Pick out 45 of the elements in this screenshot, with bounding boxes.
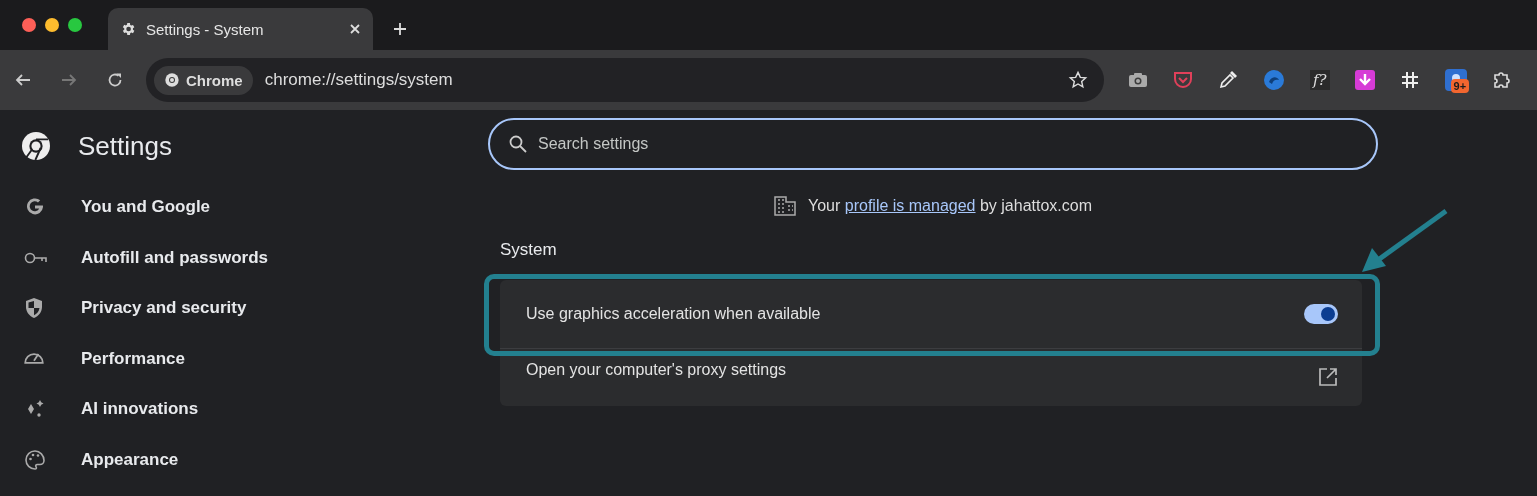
setting-label: Open your computer's proxy settings <box>526 361 787 379</box>
palette-icon <box>24 448 46 471</box>
address-bar[interactable]: Chrome chrome://settings/system <box>146 58 1104 102</box>
gear-icon <box>120 21 136 37</box>
minimize-window-button[interactable] <box>45 18 59 32</box>
sidebar-item[interactable]: AI innovations <box>20 384 320 435</box>
hash-icon[interactable] <box>1399 70 1420 90</box>
shield-icon <box>24 297 44 320</box>
external-link-icon[interactable] <box>1318 367 1338 387</box>
managed-notice: Your profile is managed by jahattox.com <box>808 197 1092 215</box>
url-text: chrome://settings/system <box>264 70 454 90</box>
download-icon[interactable] <box>1354 70 1375 90</box>
app-extension-icon[interactable]: 9+ <box>1444 69 1467 91</box>
reload-icon[interactable] <box>106 71 124 89</box>
browser-tab[interactable]: Settings - System <box>108 8 373 50</box>
toggle-switch[interactable] <box>1304 304 1338 324</box>
search-field[interactable]: Search settings <box>488 118 1378 170</box>
profile-managed-link[interactable]: profile is managed <box>844 197 976 214</box>
sidebar-item[interactable]: Autofill and passwords <box>20 232 320 283</box>
script-extension-icon[interactable]: f? <box>1310 70 1330 90</box>
close-window-button[interactable] <box>22 18 36 32</box>
building-icon <box>774 196 796 216</box>
sidebar-item[interactable]: You and Google <box>20 182 320 233</box>
sidebar-item[interactable]: Privacy and security <box>20 283 320 334</box>
gauge-icon <box>24 353 44 365</box>
search-icon <box>508 134 528 154</box>
key-icon <box>24 250 48 265</box>
extensions-icon[interactable] <box>1491 70 1512 90</box>
chrome-logo-icon <box>20 130 52 162</box>
sidebar-item[interactable]: Appearance <box>20 434 320 485</box>
section-heading: System <box>500 240 558 260</box>
close-icon[interactable] <box>349 23 361 35</box>
setting-label: Use graphics acceleration when available <box>526 305 821 323</box>
swirl-icon[interactable] <box>1263 69 1285 91</box>
page-title: Settings <box>78 130 172 162</box>
new-tab-icon[interactable] <box>393 22 407 36</box>
eyedropper-icon[interactable] <box>1218 70 1238 90</box>
notification-count: 9+ <box>1450 79 1470 93</box>
sidebar-item[interactable]: Performance <box>20 333 320 384</box>
zoom-window-button[interactable] <box>68 18 82 32</box>
camera-icon[interactable] <box>1128 72 1148 88</box>
chrome-logo-icon <box>164 72 180 88</box>
star-icon[interactable] <box>1068 70 1088 90</box>
pocket-icon[interactable] <box>1173 70 1193 90</box>
site-chip[interactable]: Chrome <box>154 65 253 95</box>
